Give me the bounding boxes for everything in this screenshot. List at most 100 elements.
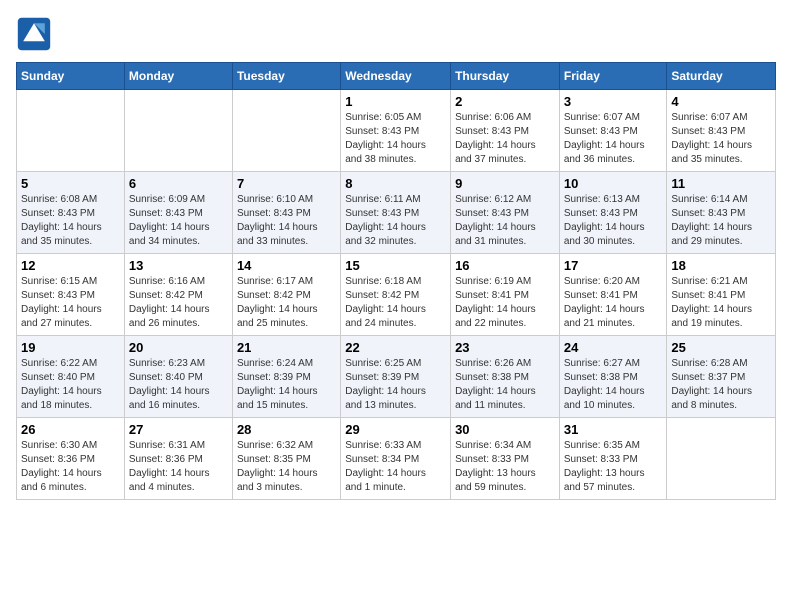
calendar-cell: 25Sunrise: 6:28 AMSunset: 8:37 PMDayligh… <box>667 336 776 418</box>
header-saturday: Saturday <box>667 63 776 90</box>
day-number: 23 <box>455 340 555 355</box>
day-number: 5 <box>21 176 120 191</box>
calendar-cell: 14 Sunrise: 6:17 AMSunset: 8:42 PMDayligh… <box>232 254 340 336</box>
day-number: 12 <box>21 258 120 273</box>
day-number: 10 <box>564 176 663 191</box>
calendar-cell <box>124 90 232 172</box>
day-info: Sunrise: 6:09 AMSunset: 8:43 PMDaylight:… <box>129 193 228 249</box>
day-info: Sunrise: 6:18 AMSunset: 8:42 PMDaylight:… <box>345 275 446 331</box>
day-number: 15 <box>345 258 446 273</box>
calendar-cell: 5 Sunrise: 6:08 AMSunset: 8:43 PMDaylight… <box>17 172 125 254</box>
day-number: 17 <box>564 258 663 273</box>
calendar-week-0: 1 Sunrise: 6:05 AMSunset: 8:43 PMDaylight… <box>17 90 776 172</box>
day-info: Sunrise: 6:22 AMSunset: 8:40 PMDaylight:… <box>21 357 120 413</box>
calendar-header: SundayMondayTuesdayWednesdayThursdayFrid… <box>17 63 776 90</box>
day-info: Sunrise: 6:10 AMSunset: 8:43 PMDaylight:… <box>237 193 336 249</box>
header-row: SundayMondayTuesdayWednesdayThursdayFrid… <box>17 63 776 90</box>
header-sunday: Sunday <box>17 63 125 90</box>
calendar-cell: 31Sunrise: 6:35 AMSunset: 8:33 PMDayligh… <box>559 418 667 500</box>
calendar-cell: 21 Sunrise: 6:24 AMSunset: 8:39 PMDayligh… <box>232 336 340 418</box>
calendar-cell: 10 Sunrise: 6:13 AMSunset: 8:43 PMDayligh… <box>559 172 667 254</box>
day-info: Sunrise: 6:07 AMSunset: 8:43 PMDaylight:… <box>564 111 663 167</box>
calendar-cell: 3 Sunrise: 6:07 AMSunset: 8:43 PMDaylight… <box>559 90 667 172</box>
calendar-cell: 13 Sunrise: 6:16 AMSunset: 8:42 PMDayligh… <box>124 254 232 336</box>
day-number: 13 <box>129 258 228 273</box>
calendar-cell: 22Sunrise: 6:25 AMSunset: 8:39 PMDayligh… <box>341 336 451 418</box>
day-number: 27 <box>129 422 228 437</box>
day-info: Sunrise: 6:08 AMSunset: 8:43 PMDaylight:… <box>21 193 120 249</box>
day-info: Sunrise: 6:20 AMSunset: 8:41 PMDaylight:… <box>564 275 663 331</box>
calendar-week-2: 12Sunrise: 6:15 AMSunset: 8:43 PMDayligh… <box>17 254 776 336</box>
day-info: Sunrise: 6:25 AMSunset: 8:39 PMDaylight:… <box>345 357 446 413</box>
calendar-table: SundayMondayTuesdayWednesdayThursdayFrid… <box>16 62 776 500</box>
day-number: 30 <box>455 422 555 437</box>
day-info: Sunrise: 6:06 AMSunset: 8:43 PMDaylight:… <box>455 111 555 167</box>
day-number: 3 <box>564 94 663 109</box>
day-info: Sunrise: 6:24 AMSunset: 8:39 PMDaylight:… <box>237 357 336 413</box>
day-number: 6 <box>129 176 228 191</box>
calendar-cell: 28Sunrise: 6:32 AMSunset: 8:35 PMDayligh… <box>232 418 340 500</box>
day-number: 21 <box>237 340 336 355</box>
day-number: 9 <box>455 176 555 191</box>
day-number: 19 <box>21 340 120 355</box>
calendar-cell: 16Sunrise: 6:19 AMSunset: 8:41 PMDayligh… <box>451 254 560 336</box>
page-header <box>16 16 776 52</box>
calendar-cell <box>667 418 776 500</box>
logo <box>16 16 56 52</box>
day-info: Sunrise: 6:32 AMSunset: 8:35 PMDaylight:… <box>237 439 336 495</box>
day-number: 8 <box>345 176 446 191</box>
calendar-cell: 26 Sunrise: 6:30 AMSunset: 8:36 PMDayligh… <box>17 418 125 500</box>
day-info: Sunrise: 6:17 AMSunset: 8:42 PMDaylight:… <box>237 275 336 331</box>
day-info: Sunrise: 6:16 AMSunset: 8:42 PMDaylight:… <box>129 275 228 331</box>
day-number: 2 <box>455 94 555 109</box>
calendar-week-4: 26 Sunrise: 6:30 AMSunset: 8:36 PMDayligh… <box>17 418 776 500</box>
calendar-cell: 24 Sunrise: 6:27 AMSunset: 8:38 PMDayligh… <box>559 336 667 418</box>
day-number: 31 <box>564 422 663 437</box>
calendar-cell: 27 Sunrise: 6:31 AMSunset: 8:36 PMDayligh… <box>124 418 232 500</box>
day-info: Sunrise: 6:30 AMSunset: 8:36 PMDaylight:… <box>21 439 120 495</box>
calendar-cell: 20 Sunrise: 6:23 AMSunset: 8:40 PMDayligh… <box>124 336 232 418</box>
day-info: Sunrise: 6:27 AMSunset: 8:38 PMDaylight:… <box>564 357 663 413</box>
calendar-cell: 6 Sunrise: 6:09 AMSunset: 8:43 PMDaylight… <box>124 172 232 254</box>
day-info: Sunrise: 6:21 AMSunset: 8:41 PMDaylight:… <box>671 275 771 331</box>
day-number: 24 <box>564 340 663 355</box>
day-info: Sunrise: 6:23 AMSunset: 8:40 PMDaylight:… <box>129 357 228 413</box>
day-info: Sunrise: 6:07 AMSunset: 8:43 PMDaylight:… <box>671 111 771 167</box>
calendar-cell: 30 Sunrise: 6:34 AMSunset: 8:33 PMDayligh… <box>451 418 560 500</box>
day-number: 20 <box>129 340 228 355</box>
day-info: Sunrise: 6:34 AMSunset: 8:33 PMDaylight:… <box>455 439 555 495</box>
calendar-cell: 9 Sunrise: 6:12 AMSunset: 8:43 PMDaylight… <box>451 172 560 254</box>
day-number: 26 <box>21 422 120 437</box>
header-monday: Monday <box>124 63 232 90</box>
day-number: 4 <box>671 94 771 109</box>
day-info: Sunrise: 6:13 AMSunset: 8:43 PMDaylight:… <box>564 193 663 249</box>
calendar-cell <box>17 90 125 172</box>
calendar-cell: 15 Sunrise: 6:18 AMSunset: 8:42 PMDayligh… <box>341 254 451 336</box>
calendar-cell: 1 Sunrise: 6:05 AMSunset: 8:43 PMDaylight… <box>341 90 451 172</box>
day-info: Sunrise: 6:12 AMSunset: 8:43 PMDaylight:… <box>455 193 555 249</box>
calendar-cell: 23Sunrise: 6:26 AMSunset: 8:38 PMDayligh… <box>451 336 560 418</box>
calendar-cell <box>232 90 340 172</box>
day-info: Sunrise: 6:33 AMSunset: 8:34 PMDaylight:… <box>345 439 446 495</box>
day-number: 1 <box>345 94 446 109</box>
day-number: 11 <box>671 176 771 191</box>
calendar-cell: 12Sunrise: 6:15 AMSunset: 8:43 PMDayligh… <box>17 254 125 336</box>
calendar-cell: 4 Sunrise: 6:07 AMSunset: 8:43 PMDaylight… <box>667 90 776 172</box>
calendar-cell: 8Sunrise: 6:11 AMSunset: 8:43 PMDaylight… <box>341 172 451 254</box>
logo-icon <box>16 16 52 52</box>
calendar-cell: 19 Sunrise: 6:22 AMSunset: 8:40 PMDayligh… <box>17 336 125 418</box>
day-number: 18 <box>671 258 771 273</box>
day-number: 29 <box>345 422 446 437</box>
calendar-cell: 2 Sunrise: 6:06 AMSunset: 8:43 PMDaylight… <box>451 90 560 172</box>
day-info: Sunrise: 6:05 AMSunset: 8:43 PMDaylight:… <box>345 111 446 167</box>
calendar-cell: 29 Sunrise: 6:33 AMSunset: 8:34 PMDayligh… <box>341 418 451 500</box>
header-thursday: Thursday <box>451 63 560 90</box>
day-info: Sunrise: 6:28 AMSunset: 8:37 PMDaylight:… <box>671 357 771 413</box>
day-number: 7 <box>237 176 336 191</box>
header-friday: Friday <box>559 63 667 90</box>
day-info: Sunrise: 6:31 AMSunset: 8:36 PMDaylight:… <box>129 439 228 495</box>
calendar-cell: 11 Sunrise: 6:14 AMSunset: 8:43 PMDayligh… <box>667 172 776 254</box>
day-info: Sunrise: 6:14 AMSunset: 8:43 PMDaylight:… <box>671 193 771 249</box>
day-number: 14 <box>237 258 336 273</box>
day-info: Sunrise: 6:19 AMSunset: 8:41 PMDaylight:… <box>455 275 555 331</box>
